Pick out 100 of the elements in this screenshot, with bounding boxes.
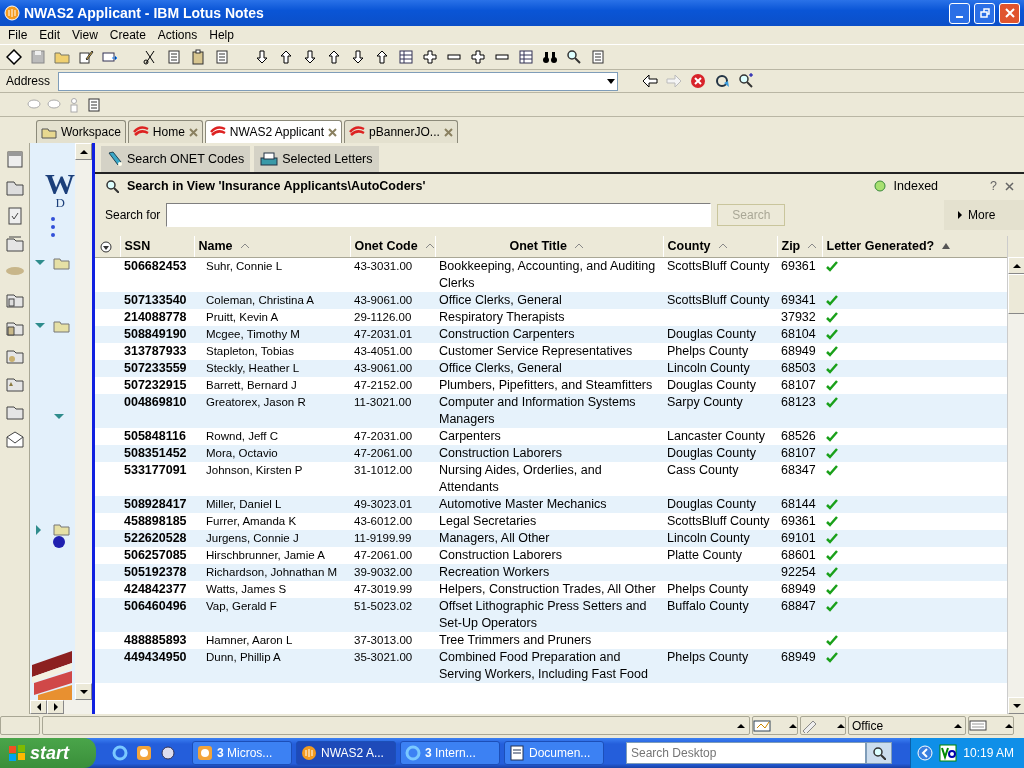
column-header[interactable]: County <box>663 236 777 257</box>
folder-icon[interactable] <box>54 49 70 65</box>
table-cell: Automotive Master Mechanics <box>439 496 607 511</box>
status-cell[interactable] <box>752 716 798 735</box>
arrow-down-icon[interactable] <box>350 49 366 65</box>
edit-icon[interactable] <box>78 49 94 65</box>
table-cell: 508351452 <box>124 445 187 460</box>
menu-item[interactable]: Help <box>203 26 240 44</box>
search-icon[interactable] <box>566 49 582 65</box>
plus-icon[interactable] <box>470 49 486 65</box>
plus-icon[interactable] <box>422 49 438 65</box>
chevron-icon[interactable] <box>917 745 934 761</box>
table-cell: ScottsBluff County <box>667 258 770 273</box>
table-cell: 68526 <box>781 428 816 443</box>
scroll-left-button[interactable] <box>30 700 47 714</box>
column-header[interactable]: Letter Generated? <box>822 236 1007 257</box>
column-header[interactable]: Onet Code <box>350 236 435 257</box>
folder-icon[interactable] <box>53 257 70 270</box>
menu-item[interactable]: Create <box>103 26 152 44</box>
browser-icon[interactable] <box>112 745 128 761</box>
document-icon[interactable] <box>86 96 102 113</box>
restore-button[interactable] <box>974 2 995 24</box>
mail-icon[interactable] <box>102 49 118 65</box>
address-label: Address <box>6 73 51 90</box>
globe-icon[interactable] <box>160 745 176 761</box>
minimize-button[interactable] <box>949 2 970 24</box>
tab[interactable]: Home <box>127 120 203 143</box>
column-header[interactable]: Name <box>194 236 350 257</box>
arrow-down-icon[interactable] <box>302 49 318 65</box>
table-cell: 506682453 <box>124 258 187 273</box>
refresh-icon[interactable] <box>714 73 731 89</box>
column-header[interactable]: SSN <box>120 236 194 257</box>
envelope-icon[interactable] <box>4 429 25 449</box>
taskbar-button[interactable]: 3 Micros... <box>192 741 292 765</box>
new-icon[interactable] <box>6 49 22 65</box>
tab[interactable]: pBannerJO... <box>344 120 458 143</box>
table-cell: 68107 <box>781 445 816 460</box>
close-icon[interactable] <box>1005 181 1014 191</box>
column-header[interactable]: Zip <box>777 236 822 257</box>
scroll-down-button[interactable] <box>75 683 92 700</box>
table-cell: 68104 <box>781 326 816 341</box>
start-button[interactable]: start <box>0 738 96 768</box>
copy-icon[interactable] <box>166 49 182 65</box>
stop-icon[interactable] <box>690 73 707 89</box>
menu-item[interactable]: View <box>66 26 104 44</box>
taskbar-button[interactable]: NWAS2 A... <box>296 741 396 765</box>
search-field[interactable] <box>166 203 712 227</box>
scroll-thumb[interactable] <box>1008 274 1024 314</box>
search-field[interactable]: Search Desktop <box>626 742 866 764</box>
taskbar-button[interactable]: Documen... <box>504 741 604 765</box>
refresh-icon[interactable] <box>99 239 113 254</box>
taskbar-button[interactable]: 3 Intern... <box>400 741 500 765</box>
folders-icon[interactable] <box>4 233 25 253</box>
search-icon[interactable] <box>738 73 755 89</box>
folder-icon[interactable] <box>53 523 70 536</box>
address-field[interactable] <box>58 71 619 91</box>
table-cell: 37-3013.00 <box>354 633 413 646</box>
antivirus-icon[interactable] <box>939 744 958 762</box>
close-icon[interactable] <box>443 127 453 137</box>
arrow-up-icon[interactable] <box>374 49 390 65</box>
status-cell[interactable] <box>800 716 846 735</box>
table-cell: Lancaster County <box>667 428 765 443</box>
close-icon[interactable] <box>328 127 338 137</box>
app-logo-icon <box>301 745 317 761</box>
table-cell: Phelps County <box>667 581 749 596</box>
arrow-up-icon[interactable] <box>278 49 294 65</box>
scroll-down-button[interactable] <box>1008 697 1024 714</box>
clock-icon[interactable] <box>136 745 152 761</box>
table-cell: 69341 <box>781 292 816 307</box>
close-icon[interactable] <box>188 127 198 137</box>
paste-icon[interactable] <box>190 49 206 65</box>
arrow-up-icon[interactable] <box>326 49 342 65</box>
binoculars-icon[interactable] <box>542 49 558 65</box>
status-cell[interactable] <box>968 716 1014 735</box>
arrow-down-icon[interactable] <box>254 49 270 65</box>
location-dropdown[interactable]: Office <box>848 716 966 735</box>
menu-item[interactable]: File <box>2 26 34 44</box>
search-button[interactable] <box>866 742 892 764</box>
menu-item[interactable]: Edit <box>33 26 67 44</box>
table-cell: 43-3031.00 <box>354 259 413 272</box>
scroll-up-button[interactable] <box>1008 257 1024 274</box>
action-button[interactable]: Search ONET Codes <box>101 146 251 172</box>
scroll-right-button[interactable] <box>47 700 64 714</box>
table-cell: Lincoln County <box>667 530 750 545</box>
action-button[interactable]: Selected Letters <box>254 146 379 172</box>
help-button[interactable]: ? <box>990 176 997 196</box>
document-icon[interactable] <box>590 49 606 65</box>
more-button[interactable]: More <box>944 200 1024 230</box>
table-icon[interactable] <box>518 49 534 65</box>
close-button[interactable] <box>999 2 1020 24</box>
document-icon[interactable] <box>214 49 230 65</box>
menu-item[interactable]: Actions <box>151 26 204 44</box>
tab[interactable]: NWAS2 Applicant <box>204 120 343 143</box>
tab[interactable]: Workspace <box>36 120 126 143</box>
calendar-icon[interactable] <box>4 149 25 169</box>
folder-icon[interactable] <box>53 320 70 333</box>
column-header[interactable]: Onet Title <box>435 236 663 257</box>
scroll-up-button[interactable] <box>75 143 92 160</box>
back-arrow-icon[interactable] <box>642 73 659 89</box>
arrow-up-icon <box>1005 722 1013 729</box>
